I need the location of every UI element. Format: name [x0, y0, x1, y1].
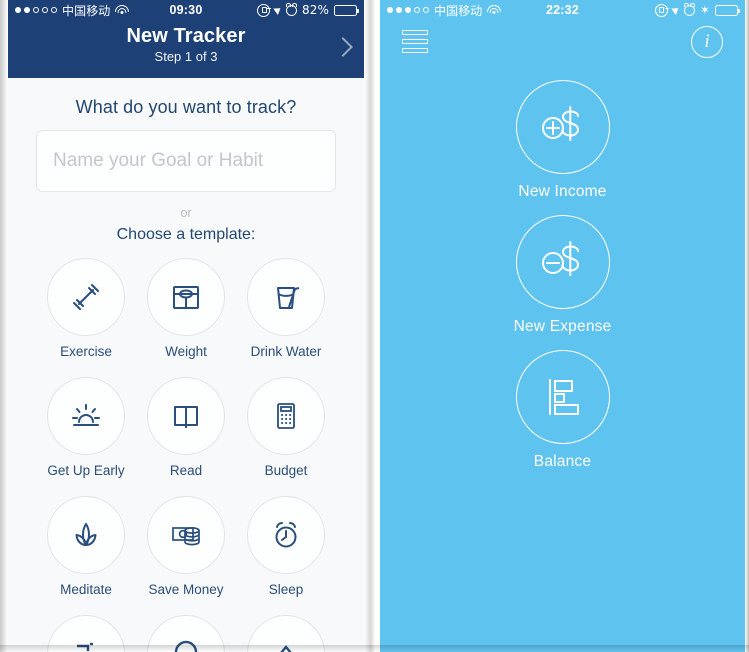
action-balance[interactable]: Balance [515, 350, 610, 471]
status-bar-time: 09:30 [169, 3, 203, 17]
template-grid: Exercise Weight Drink Water Get Up Early… [36, 258, 336, 652]
right-navigation-bar: i [380, 20, 745, 66]
center-bezel-shadow [364, 0, 380, 652]
template-label: Weight [165, 344, 207, 359]
action-label: New Income [518, 183, 607, 200]
bathroom-scale-icon [173, 286, 199, 309]
open-book-icon [174, 406, 198, 428]
template-icon-circle [247, 496, 325, 574]
partial-icon-1 [77, 642, 93, 651]
step-indicator: Step 1 of 3 [154, 49, 218, 64]
left-phone-screen: 中国移动 09:30 82% New Tracker Step 1 of 3 W… [8, 0, 364, 652]
template-label: Sleep [268, 582, 304, 597]
alarm-clock-icon [275, 522, 297, 548]
minus-dollar-icon [541, 241, 579, 276]
alarm-clock-icon [683, 2, 695, 16]
template-icon-circle [247, 258, 325, 336]
left-content: What do you want to track? or Choose a t… [8, 97, 364, 652]
hamburger-menu-icon[interactable] [402, 30, 428, 53]
bar-chart-icon [548, 379, 579, 415]
left-navigation-bar: New Tracker Step 1 of 3 [8, 20, 364, 78]
template-weight[interactable]: Weight [138, 258, 234, 359]
action-icon-circle [515, 350, 610, 444]
sunrise-icon [72, 404, 100, 426]
goal-name-input[interactable] [36, 130, 336, 192]
template-icon-circle [47, 496, 125, 574]
template-partial-3[interactable] [238, 615, 334, 652]
dumbbell-icon [73, 284, 99, 310]
rotation-lock-icon [257, 3, 272, 17]
action-label: New Expense [513, 318, 612, 335]
left-bezel-shadow [0, 0, 8, 652]
template-icon-circle [147, 258, 225, 336]
template-icon-circle [247, 377, 325, 455]
template-budget[interactable]: Budget [238, 377, 334, 478]
template-label: Exercise [60, 344, 112, 359]
alarm-clock-icon [286, 2, 298, 16]
template-label: Get Up Early [47, 463, 125, 478]
template-partial-1[interactable] [38, 615, 134, 652]
battery-icon [334, 4, 360, 16]
right-bezel-shadow [745, 0, 749, 652]
action-new-income[interactable]: New Income [515, 80, 610, 201]
or-separator-label: or [180, 206, 192, 220]
right-phone-screen: 中国移动 22:32 ✶ i New Income New Expense Ba… [380, 0, 745, 652]
template-label: Save Money [148, 582, 224, 597]
info-icon[interactable]: i [691, 26, 723, 58]
calculator-icon [277, 403, 295, 429]
page-title: New Tracker [126, 25, 246, 47]
chevron-right-icon[interactable] [335, 36, 350, 60]
template-label: Meditate [60, 582, 112, 597]
leaf-icon [75, 523, 97, 546]
template-drink-water[interactable]: Drink Water [238, 258, 334, 359]
action-new-expense[interactable]: New Expense [514, 215, 612, 336]
choose-template-label: Choose a template: [116, 226, 256, 243]
left-status-bar: 中国移动 09:30 82% [8, 0, 364, 20]
action-label: Balance [533, 453, 592, 470]
screenshot-stage: 中国移动 09:30 82% New Tracker Step 1 of 3 W… [0, 0, 749, 652]
template-icon-circle [147, 496, 225, 574]
template-meditate[interactable]: Meditate [38, 496, 134, 597]
track-question: What do you want to track? [75, 97, 297, 117]
right-status-bar: 中国移动 22:32 ✶ [380, 0, 745, 20]
template-icon-circle [147, 615, 225, 652]
battery-icon [715, 4, 741, 16]
action-icon-circle [515, 215, 610, 309]
template-icon-circle [47, 377, 125, 455]
water-glass-icon [277, 287, 300, 309]
cash-and-coins-icon [172, 527, 200, 546]
template-partial-2[interactable] [138, 615, 234, 652]
template-get-up-early[interactable]: Get Up Early [38, 377, 134, 478]
template-save-money[interactable]: Save Money [138, 496, 234, 597]
navbar-titles: New Tracker Step 1 of 3 [8, 24, 364, 65]
action-icon-circle [515, 80, 610, 174]
partial-icon-2 [174, 640, 198, 652]
template-label: Read [169, 463, 203, 478]
template-icon-circle [147, 377, 225, 455]
template-icon-circle [247, 615, 325, 652]
template-label: Budget [264, 463, 308, 478]
template-read[interactable]: Read [138, 377, 234, 478]
rotation-lock-icon [654, 3, 669, 17]
plus-dollar-icon [541, 106, 579, 141]
template-exercise[interactable]: Exercise [38, 258, 134, 359]
finance-actions: New Income New Expense Balance [380, 80, 745, 471]
template-icon-circle [47, 615, 125, 652]
template-icon-circle [47, 258, 125, 336]
partial-icon-3 [280, 645, 292, 652]
template-sleep[interactable]: Sleep [238, 496, 334, 597]
template-label: Drink Water [250, 344, 322, 359]
